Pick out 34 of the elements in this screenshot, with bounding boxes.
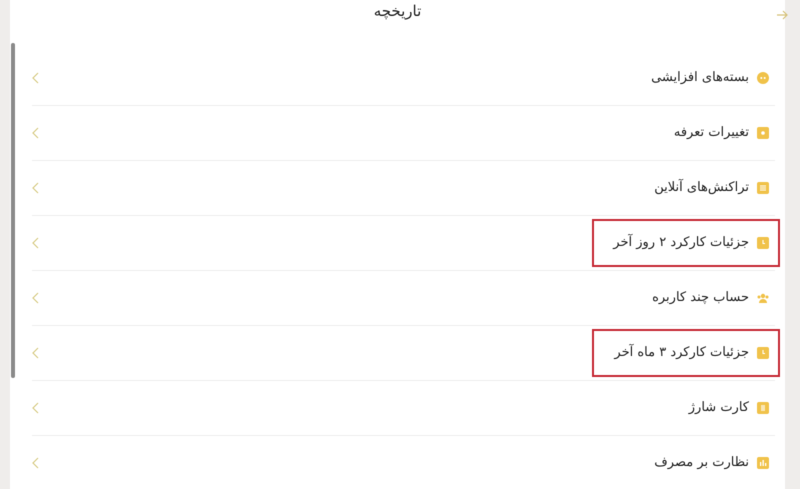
sim-card-icon — [757, 402, 769, 414]
item-label: نظارت بر مصرف — [654, 454, 749, 472]
item-label: کارت شارژ — [688, 398, 749, 417]
clock-icon — [757, 346, 769, 358]
page-title: تاریخچه — [374, 1, 422, 22]
chevron-left-icon — [32, 292, 39, 304]
menu-item[interactable]: تراکنش‌های آنلاین — [32, 160, 775, 216]
scrollbar-thumb[interactable] — [11, 43, 15, 378]
chevron-left-icon — [32, 457, 39, 469]
item-label: جزئیات کارکرد ۳ ماه آخر — [614, 342, 749, 362]
menu-item[interactable]: جزئیات کارکرد ۳ ماه آخر — [32, 326, 775, 380]
item-label: تراکنش‌های آنلاین — [654, 178, 749, 197]
item-label: بسته‌های افزایشی — [651, 68, 749, 87]
menu-item[interactable]: نظارت بر مصرف — [32, 436, 775, 489]
item-label: جزئیات کارکرد ۲ روز آخر — [613, 233, 749, 252]
bar-chart-icon — [757, 457, 769, 469]
chevron-left-icon — [32, 126, 39, 138]
users-icon — [757, 292, 769, 304]
menu-item[interactable]: حساب چند کاربره — [32, 270, 775, 326]
coins-icon — [757, 72, 769, 84]
item-label: حساب چند کاربره — [652, 288, 749, 307]
clock-icon — [757, 236, 769, 248]
chevron-left-icon — [32, 402, 39, 414]
item-label: تغییرات تعرفه — [674, 124, 749, 142]
chevron-left-icon — [32, 236, 39, 248]
list-icon — [757, 182, 769, 194]
menu-item[interactable]: کارت شارژ — [32, 380, 775, 436]
menu-item[interactable]: جزئیات کارکرد ۲ روز آخر — [32, 216, 775, 270]
menu-item[interactable]: تغییرات تعرفه — [32, 106, 775, 160]
chevron-left-icon — [32, 182, 39, 194]
chevron-left-icon — [32, 72, 39, 84]
menu-item[interactable]: بسته‌های افزایشی — [32, 50, 775, 106]
chevron-left-icon — [32, 346, 39, 358]
back-arrow-icon[interactable] — [776, 10, 788, 20]
